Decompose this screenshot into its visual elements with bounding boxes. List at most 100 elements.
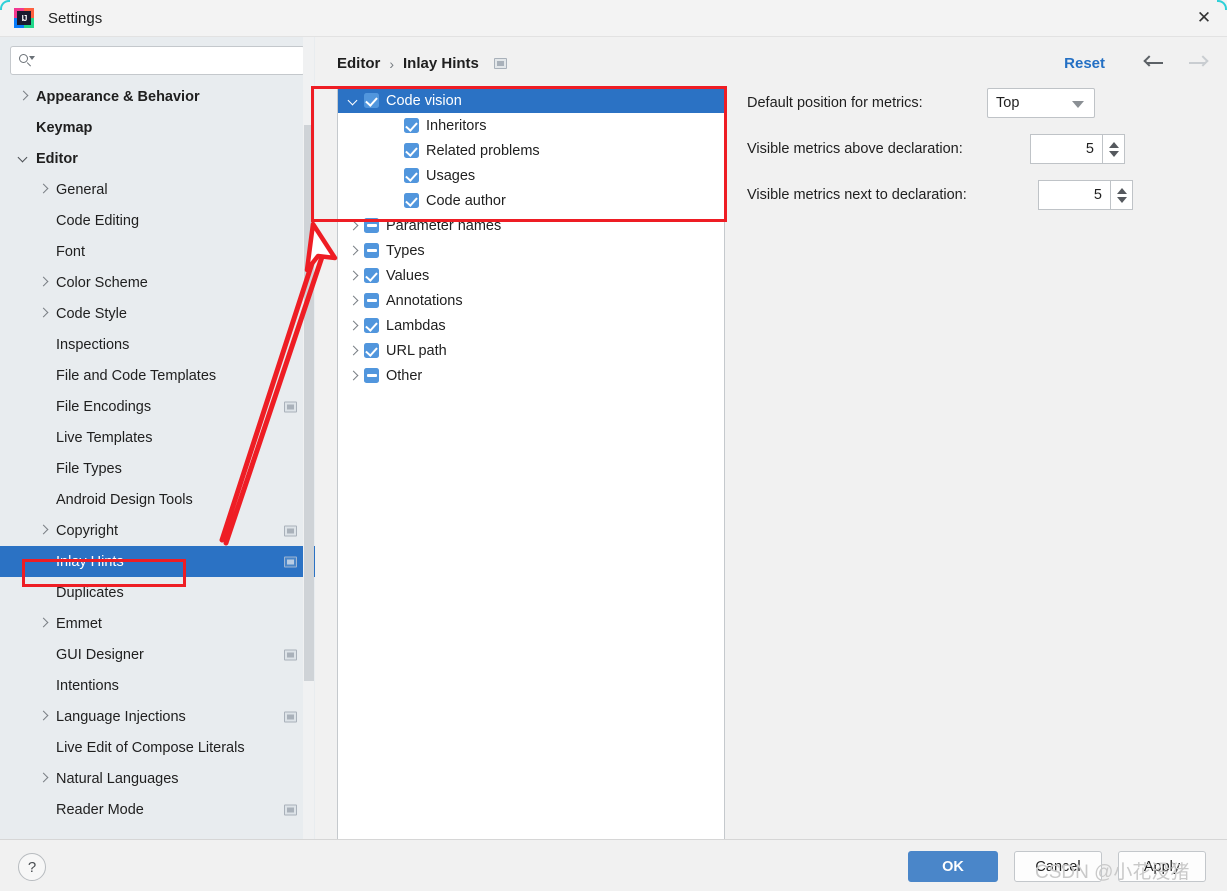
stepper-down-icon[interactable] <box>1108 150 1119 157</box>
sidebar-item-keymap[interactable]: Keymap <box>0 112 315 143</box>
sidebar-item-label: Color Scheme <box>56 274 148 291</box>
metrics-next-value[interactable]: 5 <box>1038 180 1110 210</box>
chevron-right-icon[interactable] <box>347 294 361 308</box>
chevron-right-icon[interactable] <box>18 91 29 102</box>
checkbox-indeterminate[interactable] <box>364 368 379 383</box>
sidebar-item-duplicates[interactable]: Duplicates <box>0 577 315 608</box>
metrics-above-stepper[interactable]: 5 <box>1030 134 1125 164</box>
chevron-right-icon[interactable] <box>347 244 361 258</box>
checkbox-indeterminate[interactable] <box>364 218 379 233</box>
sidebar-item-general[interactable]: General <box>0 174 315 205</box>
checkbox-checked[interactable] <box>404 193 419 208</box>
hint-row-annotations[interactable]: Annotations <box>338 288 724 313</box>
sidebar-item-natural-languages[interactable]: Natural Languages <box>0 763 315 794</box>
chevron-right-icon[interactable] <box>347 369 361 383</box>
checkbox-indeterminate[interactable] <box>364 293 379 308</box>
inlay-hints-tree-panel: Code vision Inheritors Related problems Usa… <box>337 87 725 849</box>
sidebar-item-language-injections[interactable]: Language Injections <box>0 701 315 732</box>
sidebar-scrollbar-thumb[interactable] <box>304 125 314 681</box>
chevron-right-icon[interactable] <box>347 269 361 283</box>
stepper-up-icon[interactable] <box>1108 141 1119 148</box>
hint-row-parameter-names[interactable]: Parameter names <box>338 213 724 238</box>
chevron-down-icon[interactable] <box>347 94 361 108</box>
ok-button[interactable]: OK <box>908 851 998 882</box>
checkbox-checked[interactable] <box>364 318 379 333</box>
cancel-button[interactable]: Cancel <box>1014 851 1102 882</box>
hint-row-code-author[interactable]: Code author <box>338 188 724 213</box>
sidebar-item-file-and-code-templates[interactable]: File and Code Templates <box>0 360 315 391</box>
hint-row-related-problems[interactable]: Related problems <box>338 138 724 163</box>
arrow-right-icon[interactable] <box>1185 50 1211 76</box>
breadcrumb-root[interactable]: Editor <box>337 55 380 72</box>
hint-row-url-path[interactable]: URL path <box>338 338 724 363</box>
nav-arrows <box>1141 50 1211 76</box>
checkbox-checked[interactable] <box>404 143 419 158</box>
module-badge-icon <box>284 525 297 536</box>
sidebar-item-gui-designer[interactable]: GUI Designer <box>0 639 315 670</box>
hint-row-values[interactable]: Values <box>338 263 724 288</box>
search-input[interactable] <box>38 52 298 69</box>
hint-row-inheritors[interactable]: Inheritors <box>338 113 724 138</box>
sidebar-item-reader-mode[interactable]: Reader Mode <box>0 794 315 825</box>
chevron-right-icon[interactable] <box>38 308 49 319</box>
sidebar-item-emmet[interactable]: Emmet <box>0 608 315 639</box>
hint-row-label: Code author <box>426 192 506 209</box>
chevron-right-icon[interactable] <box>347 219 361 233</box>
chevron-right-icon[interactable] <box>38 525 49 536</box>
stepper-down-icon[interactable] <box>1116 196 1127 203</box>
sidebar-item-copyright[interactable]: Copyright <box>0 515 315 546</box>
default-position-select[interactable]: Top <box>987 88 1095 118</box>
chevron-right-icon[interactable] <box>38 277 49 288</box>
intellij-idea-icon: IJ <box>14 8 34 28</box>
sidebar-item-inspections[interactable]: Inspections <box>0 329 315 360</box>
hint-row-label: Usages <box>426 167 476 184</box>
stepper-up-icon[interactable] <box>1116 187 1127 194</box>
settings-sidebar: Appearance & Behavior Keymap Editor General… <box>0 37 315 839</box>
metrics-next-stepper-buttons[interactable] <box>1110 180 1133 210</box>
apply-button[interactable]: Apply <box>1118 851 1206 882</box>
sidebar-item-intentions[interactable]: Intentions <box>0 670 315 701</box>
sidebar-item-label: Live Edit of Compose Literals <box>56 739 245 756</box>
sidebar-item-live-edit-of-compose-literals[interactable]: Live Edit of Compose Literals <box>0 732 315 763</box>
chevron-down-icon[interactable] <box>18 153 29 164</box>
search-box[interactable] <box>10 46 305 75</box>
hint-row-other[interactable]: Other <box>338 363 724 388</box>
help-icon[interactable]: ? <box>18 853 46 881</box>
chevron-right-icon[interactable] <box>347 344 361 358</box>
checkbox-checked[interactable] <box>404 168 419 183</box>
chevron-right-icon[interactable] <box>38 618 49 629</box>
arrow-left-icon[interactable] <box>1141 50 1167 76</box>
chevron-right-icon[interactable] <box>347 319 361 333</box>
sidebar-item-android-design-tools[interactable]: Android Design Tools <box>0 484 315 515</box>
metrics-next-stepper[interactable]: 5 <box>1038 180 1133 210</box>
sidebar-item-font[interactable]: Font <box>0 236 315 267</box>
sidebar-item-file-types[interactable]: File Types <box>0 453 315 484</box>
hint-row-lambdas[interactable]: Lambdas <box>338 313 724 338</box>
sidebar-item-code-style[interactable]: Code Style <box>0 298 315 329</box>
sidebar-item-editor[interactable]: Editor <box>0 143 315 174</box>
metrics-above-stepper-buttons[interactable] <box>1102 134 1125 164</box>
chevron-right-icon[interactable] <box>38 184 49 195</box>
sidebar-item-live-templates[interactable]: Live Templates <box>0 422 315 453</box>
chevron-right-icon[interactable] <box>38 773 49 784</box>
sidebar-tree: Appearance & Behavior Keymap Editor General… <box>0 81 315 825</box>
sidebar-item-inlay-hints[interactable]: Inlay Hints <box>0 546 315 577</box>
checkbox-checked[interactable] <box>404 118 419 133</box>
hint-row-types[interactable]: Types <box>338 238 724 263</box>
chevron-right-icon[interactable] <box>38 711 49 722</box>
checkbox-indeterminate[interactable] <box>364 243 379 258</box>
metrics-above-value[interactable]: 5 <box>1030 134 1102 164</box>
sidebar-item-label: Language Injections <box>56 708 186 725</box>
hint-row-code-vision[interactable]: Code vision <box>338 88 724 113</box>
sidebar-item-label: Editor <box>36 150 78 167</box>
reset-link[interactable]: Reset <box>1064 55 1105 72</box>
sidebar-item-file-encodings[interactable]: File Encodings <box>0 391 315 422</box>
checkbox-checked[interactable] <box>364 268 379 283</box>
hint-row-usages[interactable]: Usages <box>338 163 724 188</box>
close-icon[interactable]: ✕ <box>1181 0 1227 36</box>
sidebar-item-code-editing[interactable]: Code Editing <box>0 205 315 236</box>
checkbox-checked[interactable] <box>364 343 379 358</box>
checkbox-checked[interactable] <box>364 93 379 108</box>
sidebar-item-color-scheme[interactable]: Color Scheme <box>0 267 315 298</box>
sidebar-item-appearance-behavior[interactable]: Appearance & Behavior <box>0 81 315 112</box>
